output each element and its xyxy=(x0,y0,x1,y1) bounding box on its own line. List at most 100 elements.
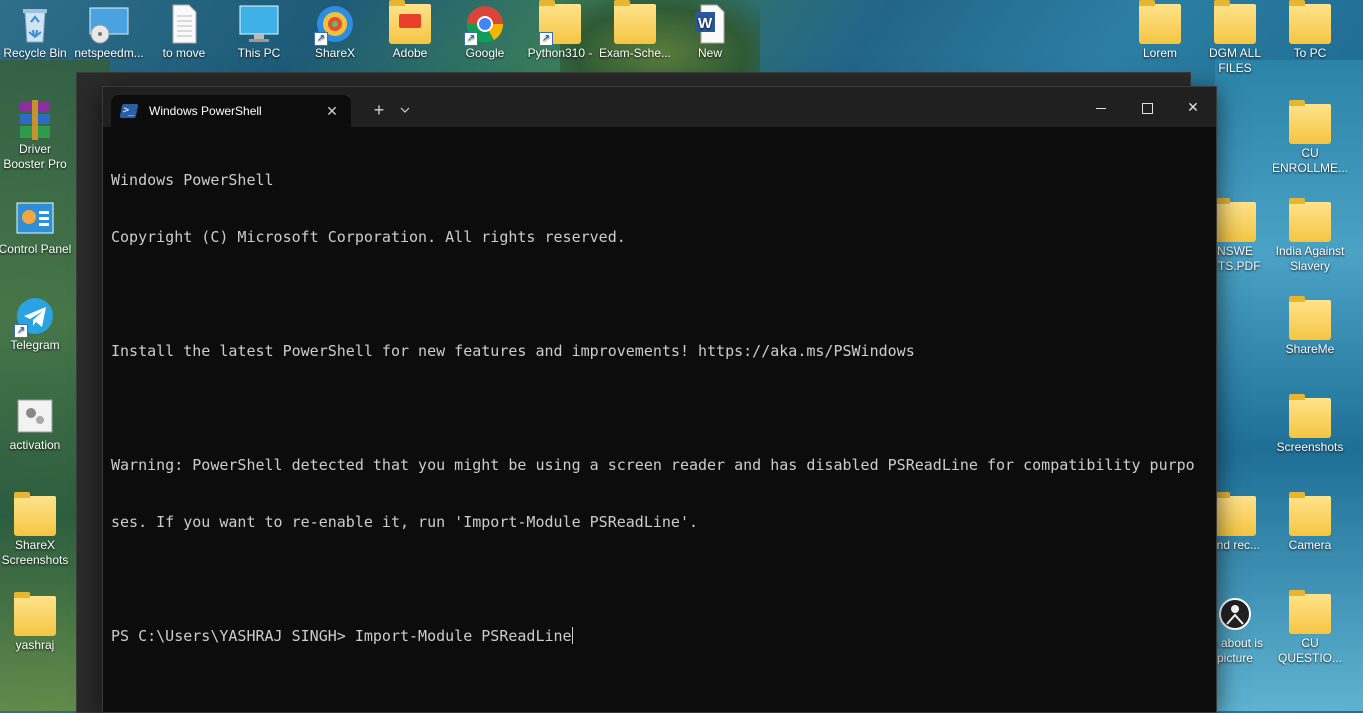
desktop-icon-label: Google xyxy=(465,46,505,60)
desktop-icon-sharex-screenshots[interactable]: ShareX Screenshots xyxy=(0,492,74,568)
desktop-icon-to-move[interactable]: to move xyxy=(145,4,223,61)
cd-drive-icon xyxy=(88,4,130,44)
pdf-folder-icon xyxy=(1214,198,1256,242)
desktop-icon-cu-enrollment[interactable]: CU ENROLLME... xyxy=(1271,100,1349,176)
desktop-icon-label: Recycle Bin xyxy=(3,46,67,60)
desktop-icon-label: Exam-Sche... xyxy=(598,46,672,60)
desktop-icon-screenshots[interactable]: Screenshots xyxy=(1271,394,1349,455)
folder-icon xyxy=(14,592,56,636)
folder-icon xyxy=(1289,0,1331,44)
desktop-icon-label: ShareX xyxy=(314,46,356,60)
maximize-icon xyxy=(1141,102,1153,114)
folder-icon xyxy=(614,0,656,44)
desktop-icon-shareme[interactable]: ShareMe xyxy=(1271,296,1349,357)
desktop-icon-lorem[interactable]: Lorem xyxy=(1121,0,1199,61)
desktop-icon-python310[interactable]: ↗ Python310 - xyxy=(521,0,599,61)
winrar-icon xyxy=(14,100,56,140)
desktop-icon-to-pc[interactable]: To PC xyxy=(1271,0,1349,61)
console-line: Install the latest PowerShell for new fe… xyxy=(111,342,915,360)
command-input[interactable]: Import-Module PSReadLine xyxy=(355,627,572,645)
powershell-window[interactable]: >_ Windows PowerShell ✕ + ✕ Windows Powe… xyxy=(102,86,1217,713)
prompt-text: PS C:\Users\YASHRAJ SINGH> xyxy=(111,627,355,645)
desktop-icon-label: netspeedm... xyxy=(74,46,144,60)
desktop-icon-label: This PC xyxy=(237,46,281,60)
control-panel-icon xyxy=(14,200,56,240)
folder-icon xyxy=(1289,492,1331,536)
word-doc-icon: W xyxy=(689,4,731,44)
new-tab-button[interactable]: + xyxy=(365,97,393,123)
desktop-icon-label: Lorem xyxy=(1142,46,1177,60)
desktop-icon-this-pc[interactable]: This PC xyxy=(220,4,298,61)
desktop-icon-netspeed[interactable]: netspeedm... xyxy=(70,4,148,61)
desktop-icon-label: Python310 - xyxy=(527,46,593,60)
close-window-button[interactable]: ✕ xyxy=(1170,87,1216,127)
recycle-bin-icon xyxy=(14,4,56,44)
chevron-down-icon[interactable] xyxy=(393,97,417,123)
desktop-icon-control-panel[interactable]: Control Panel xyxy=(0,200,74,257)
shortcut-arrow-icon: ↗ xyxy=(14,324,28,338)
desktop-icon-yashraj[interactable]: yashraj xyxy=(0,592,74,653)
desktop-icon-label: CU ENROLLME... xyxy=(1272,146,1348,175)
shortcut-arrow-icon: ↗ xyxy=(464,32,478,46)
document-icon xyxy=(163,4,205,44)
tab-windows-powershell[interactable]: >_ Windows PowerShell ✕ xyxy=(111,95,351,127)
pdf-folder-icon xyxy=(1289,100,1331,144)
desktop-icon-label: Adobe xyxy=(392,46,428,60)
svg-text:W: W xyxy=(698,15,713,32)
desktop-icon-sharex[interactable]: ↗ ShareX xyxy=(296,4,374,61)
text-cursor xyxy=(571,627,573,644)
folder-icon xyxy=(1289,296,1331,340)
desktop-icon-google-chrome[interactable]: ↗ Google xyxy=(446,4,524,61)
telegram-icon: ↗ xyxy=(14,296,56,338)
desktop-icon-label: Telegram xyxy=(10,338,60,352)
powershell-icon: >_ xyxy=(119,104,139,118)
desktop-icon-label: Camera xyxy=(1288,538,1332,552)
console-output[interactable]: Windows PowerShell Copyright (C) Microso… xyxy=(103,127,1216,684)
desktop-icon-label: Control Panel xyxy=(0,242,72,256)
desktop-icon-camera[interactable]: Camera xyxy=(1271,492,1349,553)
desktop-icon-label: DGM ALL FILES xyxy=(1208,46,1262,75)
desktop-icon-cu-questions[interactable]: CU QUESTIO... xyxy=(1271,590,1349,666)
desktop-icon-new-word[interactable]: W New xyxy=(671,4,749,61)
desktop-icon-adobe[interactable]: Adobe xyxy=(371,0,449,61)
console-line: Windows PowerShell xyxy=(111,171,274,189)
desktop-icon-label: India Against Slavery xyxy=(1275,244,1345,273)
settings-file-icon xyxy=(14,396,56,436)
desktop-icon-label: ShareMe xyxy=(1285,342,1335,356)
photo-icon xyxy=(1214,594,1256,634)
shortcut-arrow-icon: ↗ xyxy=(314,32,328,46)
close-icon: ✕ xyxy=(1187,99,1199,115)
desktop-icon-label: to move xyxy=(162,46,206,60)
adobe-folder-icon xyxy=(389,0,431,44)
prompt-line[interactable]: PS C:\Users\YASHRAJ SINGH> Import-Module… xyxy=(111,627,1216,646)
desktop-icon-telegram[interactable]: ↗ Telegram xyxy=(0,296,74,353)
title-bar[interactable]: >_ Windows PowerShell ✕ + ✕ xyxy=(103,87,1216,127)
desktop-icon-dgm-all-files[interactable]: DGM ALL FILES xyxy=(1196,0,1274,76)
desktop-icon-label: To PC xyxy=(1293,46,1327,60)
console-line: Copyright (C) Microsoft Corporation. All… xyxy=(111,228,626,246)
folder-icon: ↗ xyxy=(539,0,581,46)
minimize-button[interactable] xyxy=(1078,87,1124,127)
desktop-icon-label: CU QUESTIO... xyxy=(1277,636,1342,665)
desktop-icon-recycle-bin[interactable]: Recycle Bin xyxy=(0,4,74,61)
desktop-icon-label: Screenshots xyxy=(1276,440,1344,454)
monitor-icon xyxy=(238,4,280,44)
folder-icon xyxy=(1289,394,1331,438)
console-line: Warning: PowerShell detected that you mi… xyxy=(111,456,1195,474)
desktop-icon-label: New xyxy=(697,46,722,60)
desktop-icon-exam-schedule[interactable]: Exam-Sche... xyxy=(596,0,674,61)
folder-icon xyxy=(1289,198,1331,242)
maximize-button[interactable] xyxy=(1124,87,1170,127)
console-line: ses. If you want to re-enable it, run 'I… xyxy=(111,513,698,531)
sharex-icon: ↗ xyxy=(314,4,356,46)
tab-close-icon[interactable]: ✕ xyxy=(319,103,345,120)
desktop-icon-label: activation xyxy=(9,438,61,452)
desktop-icon-activation[interactable]: activation xyxy=(0,396,74,453)
folder-icon xyxy=(1214,492,1256,536)
folder-icon xyxy=(14,492,56,536)
pdf-folder-icon xyxy=(1289,590,1331,634)
desktop-icon-india-against-slavery[interactable]: India Against Slavery xyxy=(1271,198,1349,274)
